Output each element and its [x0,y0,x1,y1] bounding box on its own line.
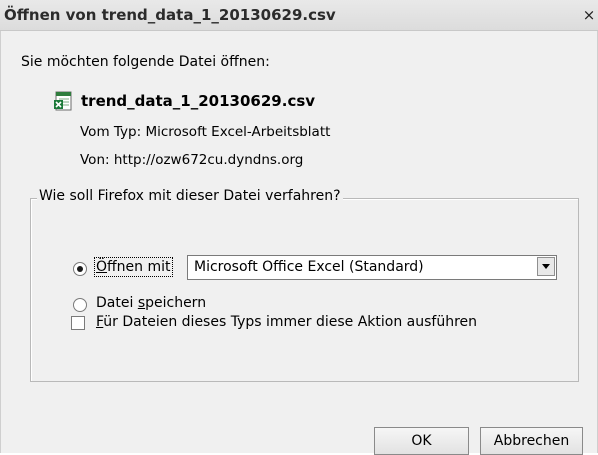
open-with-label[interactable]: Öffnen mit [94,257,173,277]
save-file-label-before: Datei [96,295,138,311]
download-dialog: Sie möchten folgende Datei öffnen: trend… [0,31,598,455]
cancel-button[interactable]: Abbrechen [480,427,583,455]
save-file-label-after: peichern [145,295,207,311]
excel-file-icon [54,91,72,111]
file-type-value: Microsoft Excel-Arbeitsblatt [145,124,331,140]
always-do-this-label[interactable]: Für Dateien dieses Typs immer diese Akti… [96,314,477,330]
open-with-access-key: Ö [96,259,108,275]
action-group-legend: Wie soll Firefox mit dieser Datei verfah… [37,188,343,204]
title-bar: Öffnen von trend_data_1_20130629.csv × [0,0,598,31]
open-with-radio[interactable] [73,262,87,276]
always-do-this-checkbox[interactable] [71,316,85,330]
file-source-row: Von: http://ozw672cu.dyndns.org [80,152,303,168]
prompt-text: Sie möchten folgende Datei öffnen: [21,54,270,70]
save-file-radio[interactable] [73,298,87,312]
ok-button[interactable]: OK [374,427,469,455]
save-file-label[interactable]: Datei speichern [96,295,206,311]
close-icon[interactable]: × [582,7,596,23]
file-type-label: Vom Typ: [80,124,142,140]
file-type-row: Vom Typ: Microsoft Excel-Arbeitsblatt [80,124,330,140]
open-with-app-select[interactable]: Microsoft Office Excel (Standard) [187,255,557,280]
file-source-label: Von: [80,152,110,168]
window-title: Öffnen von trend_data_1_20130629.csv [4,6,336,24]
open-with-app-value: Microsoft Office Excel (Standard) [194,259,424,275]
always-do-this-label-text: ür Dateien dieses Typs immer diese Aktio… [103,314,478,330]
file-name: trend_data_1_20130629.csv [81,92,316,110]
file-source-value: http://ozw672cu.dyndns.org [113,152,304,168]
chevron-down-icon[interactable] [537,257,555,276]
action-groupbox [30,198,579,382]
save-file-access-key: s [137,295,146,311]
open-with-label-text: ffnen mit [107,259,171,275]
